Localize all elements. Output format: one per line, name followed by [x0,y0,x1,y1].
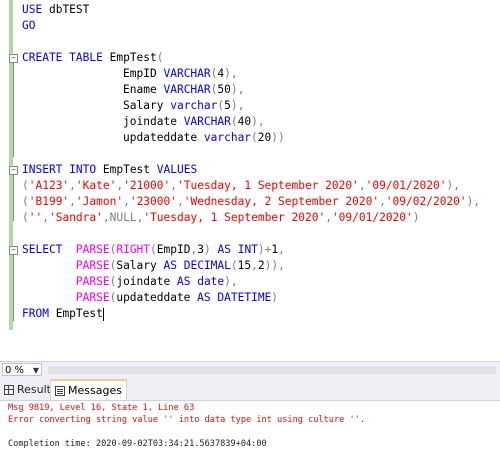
messages-pane[interactable]: Msg 9819, Level 16, State 1, Line 63 Err… [0,401,500,461]
text-caret [102,307,104,321]
code-line[interactable]: PARSE(joindate AS date), [22,274,238,290]
code-line[interactable]: FROM EmpTest [22,306,104,322]
code-line[interactable]: CREATE TABLE EmpTest( [22,50,164,66]
code-line[interactable]: INSERT INTO EmpTest VALUES [22,162,197,178]
fold-toggle-create[interactable]: − [9,54,18,63]
completion-time: Completion time: 2020-09-02T03:34:21.563… [8,439,267,449]
fold-guide [13,175,14,221]
zoom-dropdown[interactable]: 0 % ▼ [2,363,42,376]
code-line[interactable]: ('','Sandra',NULL,'Tuesday, 1 September … [22,210,420,226]
chevron-down-icon: ▼ [32,366,39,375]
code-line[interactable]: SELECT PARSE(RIGHT(EmpID,3) AS INT)+1, [22,242,285,258]
code-line[interactable]: joindate VARCHAR(40), [22,114,265,130]
fold-guide [13,63,14,157]
code-line[interactable]: GO [22,18,35,34]
tab-messages[interactable]: Messages [50,379,127,400]
code-line[interactable]: ('A123','Kate','21000','Tuesday, 1 Septe… [22,178,460,194]
messages-icon [55,385,65,396]
code-line[interactable]: Salary varchar(5), [22,98,244,114]
fold-toggle-insert[interactable]: − [9,166,18,175]
code-line[interactable]: Ename VARCHAR(50), [22,82,244,98]
code-line[interactable]: PARSE(Salary AS DECIMAL(15,2)), [22,258,285,274]
tab-messages-label: Messages [68,384,122,397]
fold-toggle-select[interactable]: − [9,246,18,255]
error-message-text: Error converting string value '' into da… [8,415,365,425]
editor-status-bar: 0 % ▼ [0,361,500,378]
code-line[interactable]: EmpID VARCHAR(4), [22,66,238,82]
code-line[interactable]: PARSE(updateddate AS DATETIME) [22,290,278,306]
code-line[interactable]: ('B199','Jamon','23000','Wednesday, 2 Se… [22,194,480,210]
grid-icon [4,384,14,395]
query-editor[interactable]: − − − USE dbTEST GO CREATE TABLE EmpTest( … [0,0,500,361]
error-message-header: Msg 9819, Level 16, State 1, Line 63 [8,403,195,413]
editor-gutter [0,0,8,361]
fold-guide [13,255,14,321]
horizontal-scrollbar[interactable] [48,366,496,374]
code-line[interactable]: USE dbTEST [22,2,89,18]
results-tab-strip: Results Messages [0,378,500,401]
code-line[interactable]: updateddate varchar(20)) [22,130,285,146]
zoom-value: 0 % [5,365,25,376]
